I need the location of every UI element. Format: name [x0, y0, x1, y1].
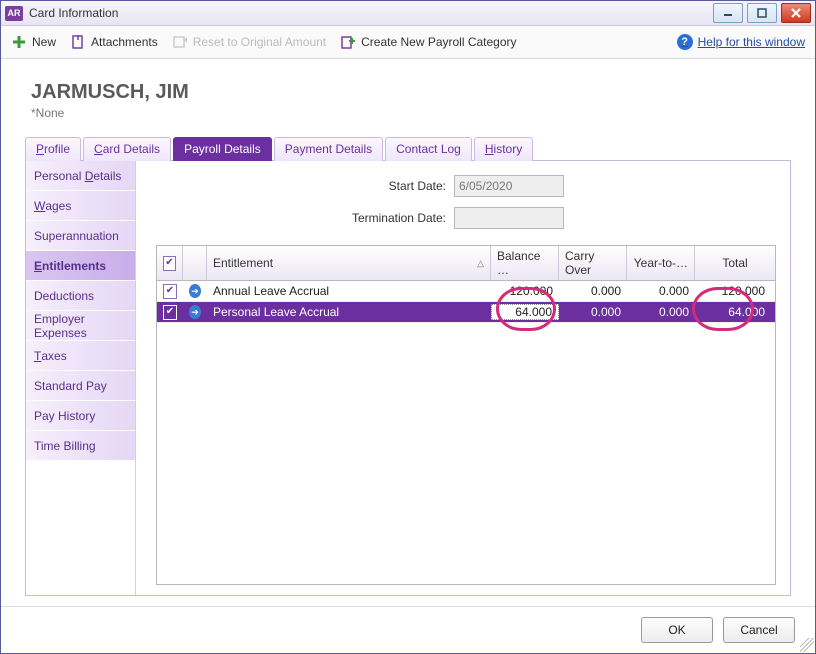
col-balance[interactable]: Balance …: [491, 246, 559, 280]
close-button[interactable]: [781, 3, 811, 23]
cell-carry-over[interactable]: 0.000: [559, 305, 627, 319]
window-title: Card Information: [29, 6, 118, 20]
app-badge: AR: [5, 6, 23, 21]
subtab-personal-details[interactable]: Personal Details: [26, 161, 135, 191]
tab-card-details[interactable]: Card Details: [83, 137, 171, 161]
subtab-standard-pay[interactable]: Standard Pay: [26, 371, 135, 401]
subtab-employer-expenses[interactable]: Employer Expenses: [26, 311, 135, 341]
cell-balance[interactable]: 64.000: [491, 304, 559, 320]
create-category-label: Create New Payroll Category: [361, 35, 516, 49]
reset-icon: [172, 34, 188, 50]
create-category-button[interactable]: Create New Payroll Category: [340, 34, 516, 50]
maximize-button[interactable]: [747, 3, 777, 23]
drilldown-icon[interactable]: ➔: [189, 284, 201, 298]
grid-row[interactable]: ✔ ➔ Annual Leave Accrual 120.000 0.000 0…: [157, 281, 775, 302]
row-checkbox[interactable]: ✔: [163, 305, 177, 320]
help-label: Help for this window: [698, 35, 805, 49]
plus-icon: [11, 34, 27, 50]
subtab-wages[interactable]: Wages: [26, 191, 135, 221]
toolbar: New Attachments Reset to Original Amount…: [1, 26, 815, 59]
termination-date-row: Termination Date:: [156, 207, 776, 229]
subtab-superannuation[interactable]: Superannuation: [26, 221, 135, 251]
help-icon: ?: [677, 34, 693, 50]
cell-total: 64.000: [695, 305, 775, 319]
subtab-entitlements[interactable]: Entitlements: [26, 251, 135, 281]
col-total[interactable]: Total: [695, 246, 775, 280]
attachments-label: Attachments: [91, 35, 158, 49]
start-date-label: Start Date:: [156, 179, 446, 193]
cell-total: 120.000: [695, 284, 775, 298]
tab-history[interactable]: History: [474, 137, 533, 161]
minimize-icon: [723, 8, 733, 18]
header-checkbox[interactable]: ✔: [163, 256, 176, 271]
termination-date-label: Termination Date:: [156, 211, 446, 225]
minimize-button[interactable]: [713, 3, 743, 23]
cell-entitlement: Annual Leave Accrual: [207, 284, 491, 298]
start-date-row: Start Date:: [156, 175, 776, 197]
cancel-button[interactable]: Cancel: [723, 617, 795, 643]
new-button[interactable]: New: [11, 34, 56, 50]
col-carry-over[interactable]: Carry Over: [559, 246, 627, 280]
grid-body[interactable]: ✔ ➔ Annual Leave Accrual 120.000 0.000 0…: [157, 281, 775, 584]
top-tabs: Profile Card Details Payroll Details Pay…: [25, 136, 791, 160]
close-icon: [791, 8, 801, 18]
subtab-deductions[interactable]: Deductions: [26, 281, 135, 311]
col-check[interactable]: ✔: [157, 246, 183, 280]
subtab-pay-history[interactable]: Pay History: [26, 401, 135, 431]
reset-label: Reset to Original Amount: [193, 35, 326, 49]
tab-payment-details[interactable]: Payment Details: [274, 137, 383, 161]
cell-entitlement: Personal Leave Accrual: [207, 305, 491, 319]
subtab-time-billing[interactable]: Time Billing: [26, 431, 135, 461]
subtab-taxes[interactable]: Taxes: [26, 341, 135, 371]
titlebar: AR Card Information: [1, 1, 815, 26]
row-checkbox[interactable]: ✔: [163, 284, 177, 299]
page-title: JARMUSCH, JIM: [31, 81, 791, 104]
termination-date-input[interactable]: [454, 207, 564, 229]
tab-payroll-details[interactable]: Payroll Details: [173, 137, 272, 161]
tab-contact-log[interactable]: Contact Log: [385, 137, 472, 161]
create-category-icon: [340, 34, 356, 50]
window-controls: [713, 3, 811, 23]
page-subtitle: *None: [31, 106, 791, 120]
resize-grip[interactable]: [800, 638, 814, 652]
start-date-input[interactable]: [454, 175, 564, 197]
sort-asc-icon: △: [477, 258, 484, 269]
attachments-button[interactable]: Attachments: [70, 34, 158, 50]
new-label: New: [32, 35, 56, 49]
ok-button[interactable]: OK: [641, 617, 713, 643]
reset-button: Reset to Original Amount: [172, 34, 326, 50]
maximize-icon: [757, 8, 767, 18]
col-entitlement[interactable]: Entitlement △: [207, 246, 491, 280]
page-body: Personal Details Wages Superannuation En…: [25, 160, 791, 596]
help-link[interactable]: ? Help for this window: [677, 34, 805, 50]
content: JARMUSCH, JIM *None Profile Card Details…: [1, 59, 815, 606]
drilldown-icon[interactable]: ➔: [189, 305, 201, 319]
entitlements-grid: ✔ Entitlement △ Balance … Carry Over Yea…: [156, 245, 776, 585]
grid-row[interactable]: ✔ ➔ Personal Leave Accrual 64.000 0.000 …: [157, 302, 775, 323]
sub-tabs: Personal Details Wages Superannuation En…: [26, 161, 136, 595]
tab-profile[interactable]: Profile: [25, 137, 81, 161]
card-information-window: AR Card Information New Attac: [0, 0, 816, 654]
attachment-icon: [70, 34, 86, 50]
col-year-to-date[interactable]: Year-to-…: [627, 246, 695, 280]
col-arrow: [183, 246, 207, 280]
cell-ytd[interactable]: 0.000: [627, 284, 695, 298]
cell-balance[interactable]: 120.000: [491, 284, 559, 298]
entitlements-panel: Start Date: Termination Date: ✔: [136, 161, 790, 595]
cell-carry-over[interactable]: 0.000: [559, 284, 627, 298]
dialog-footer: OK Cancel: [1, 606, 815, 653]
grid-header: ✔ Entitlement △ Balance … Carry Over Yea…: [157, 246, 775, 281]
cell-ytd[interactable]: 0.000: [627, 305, 695, 319]
